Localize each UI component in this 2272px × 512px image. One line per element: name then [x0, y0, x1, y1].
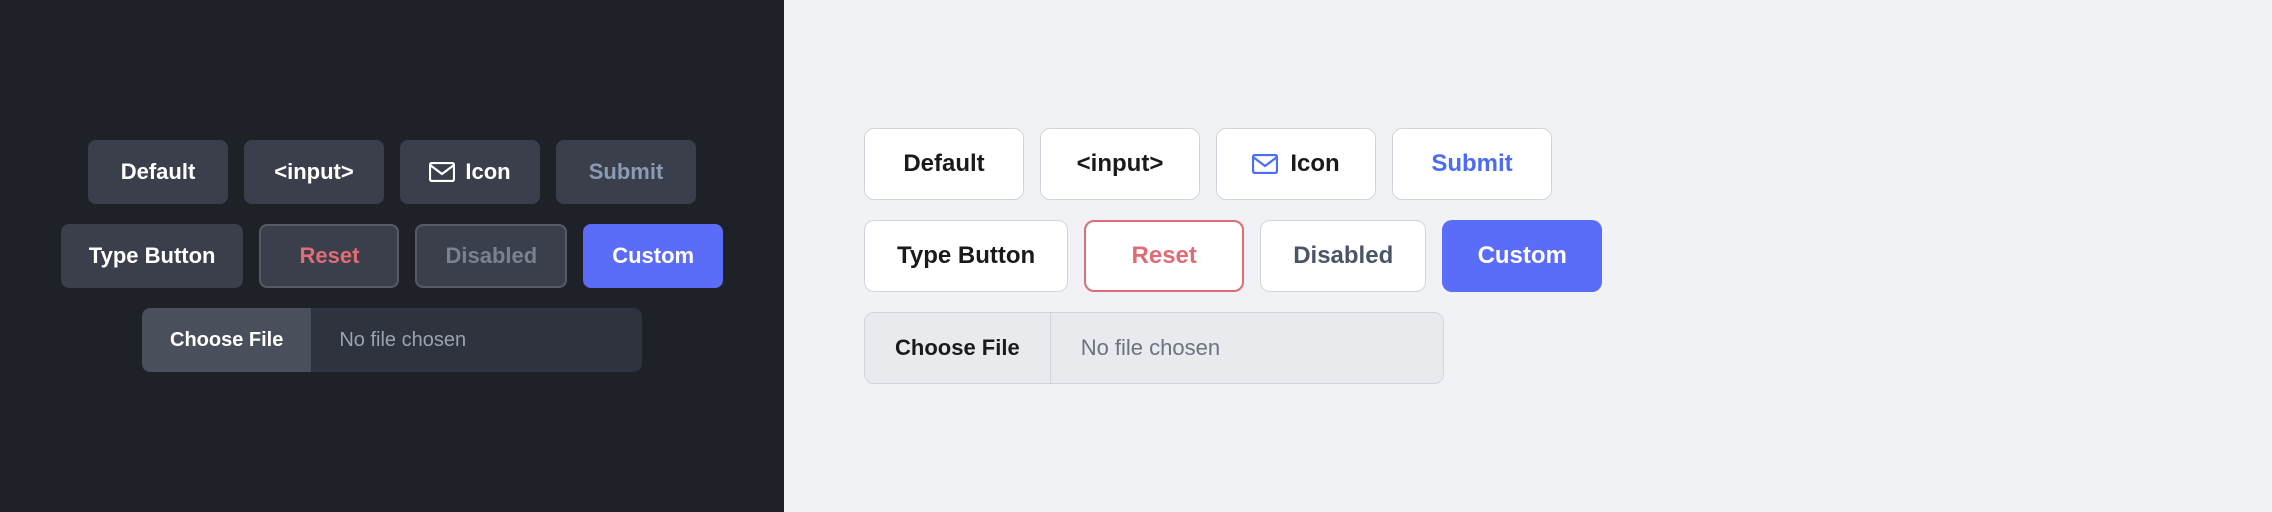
- dark-icon-button-label: Icon: [465, 159, 510, 185]
- dark-row-1: Default <input> Icon Submit: [88, 140, 696, 204]
- light-row-1: Default <input> Icon Submit: [864, 128, 1552, 200]
- dark-custom-button[interactable]: Custom: [583, 224, 723, 288]
- dark-icon-button[interactable]: Icon: [400, 140, 540, 204]
- light-file-input: Choose File No file chosen: [864, 312, 1444, 384]
- light-panel: Default <input> Icon Submit Type Button …: [784, 0, 2272, 512]
- envelope-icon: [429, 162, 455, 182]
- dark-row-3: Choose File No file chosen: [142, 308, 642, 372]
- light-input-button[interactable]: <input>: [1040, 128, 1200, 200]
- dark-input-button[interactable]: <input>: [244, 140, 384, 204]
- light-icon-button[interactable]: Icon: [1216, 128, 1376, 200]
- light-row-3: Choose File No file chosen: [864, 312, 1444, 384]
- light-choose-file-button[interactable]: Choose File: [865, 313, 1051, 383]
- light-disabled-button[interactable]: Disabled: [1260, 220, 1426, 292]
- envelope-icon-light: [1252, 154, 1278, 174]
- dark-panel: Default <input> Icon Submit Type Button …: [0, 0, 784, 512]
- light-submit-button[interactable]: Submit: [1392, 128, 1552, 200]
- light-type-button[interactable]: Type Button: [864, 220, 1068, 292]
- light-custom-button[interactable]: Custom: [1442, 220, 1602, 292]
- dark-reset-button[interactable]: Reset: [259, 224, 399, 288]
- dark-no-file-label: No file chosen: [311, 308, 642, 372]
- light-no-file-label: No file chosen: [1051, 313, 1443, 383]
- dark-type-button[interactable]: Type Button: [61, 224, 244, 288]
- light-default-button[interactable]: Default: [864, 128, 1024, 200]
- light-row-2: Type Button Reset Disabled Custom: [864, 220, 1602, 292]
- dark-row-2: Type Button Reset Disabled Custom: [61, 224, 723, 288]
- dark-file-input: Choose File No file chosen: [142, 308, 642, 372]
- dark-choose-file-button[interactable]: Choose File: [142, 308, 311, 372]
- light-reset-button[interactable]: Reset: [1084, 220, 1244, 292]
- dark-disabled-button[interactable]: Disabled: [415, 224, 567, 288]
- light-icon-button-label: Icon: [1290, 150, 1339, 178]
- dark-default-button[interactable]: Default: [88, 140, 228, 204]
- dark-submit-button[interactable]: Submit: [556, 140, 696, 204]
